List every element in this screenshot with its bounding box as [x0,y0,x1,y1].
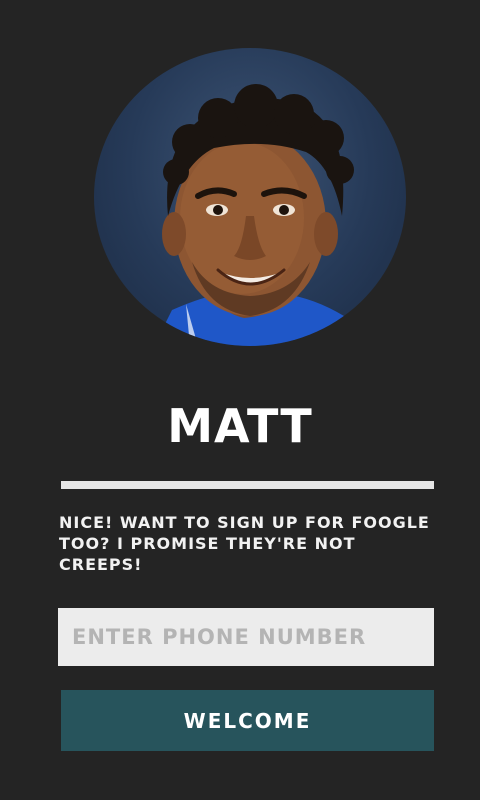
divider [61,481,434,489]
profile-name: MATT [167,399,313,453]
signup-screen: MATT NICE! WANT TO SIGN UP FOR FOOGLE TO… [0,0,480,800]
profile-photo [154,84,356,346]
welcome-button[interactable]: WELCOME [61,690,434,751]
phone-number-input[interactable] [58,608,434,666]
avatar [94,48,406,346]
signup-message: NICE! WANT TO SIGN UP FOR FOOGLE TOO? I … [59,513,430,574]
